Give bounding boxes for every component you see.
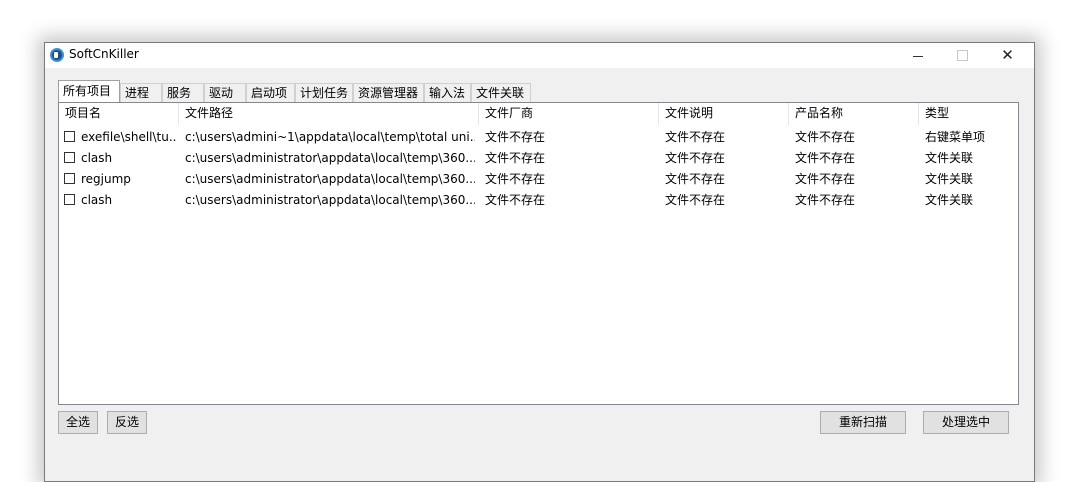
- app-logo-icon: [50, 48, 64, 62]
- cell-vendor: 文件不存在: [485, 130, 546, 144]
- cell-name: clash: [81, 193, 113, 207]
- cell-description: 文件不存在: [665, 130, 726, 144]
- row-checkbox[interactable]: [64, 131, 75, 142]
- minimize-button[interactable]: [895, 43, 940, 68]
- tab-explorer[interactable]: 资源管理器: [353, 83, 424, 102]
- cell-product: 文件不存在: [795, 130, 856, 144]
- column-header-vendor[interactable]: 文件厂商: [479, 103, 659, 125]
- cell-description: 文件不存在: [665, 193, 726, 207]
- cell-vendor: 文件不存在: [485, 172, 546, 186]
- close-icon: ✕: [1001, 46, 1014, 64]
- cell-path: c:\users\administrator\appdata\local\tem…: [185, 172, 475, 186]
- cell-name: exefile\shell\tu...: [81, 130, 177, 144]
- table-row[interactable]: regjump c:\users\administrator\appdata\l…: [59, 169, 1018, 190]
- maximize-button[interactable]: [940, 43, 985, 68]
- cell-product: 文件不存在: [795, 193, 856, 207]
- tab-processes[interactable]: 进程: [120, 83, 162, 102]
- cell-description: 文件不存在: [665, 172, 726, 186]
- tab-scheduled-tasks[interactable]: 计划任务: [295, 83, 353, 102]
- cell-vendor: 文件不存在: [485, 151, 546, 165]
- table-row[interactable]: clash c:\users\administrator\appdata\loc…: [59, 190, 1018, 211]
- row-checkbox[interactable]: [64, 194, 75, 205]
- column-header-description[interactable]: 文件说明: [659, 103, 789, 125]
- rescan-button[interactable]: 重新扫描: [820, 411, 906, 434]
- select-all-button[interactable]: 全选: [58, 411, 98, 434]
- column-header-product[interactable]: 产品名称: [789, 103, 919, 125]
- column-header-path[interactable]: 文件路径: [179, 103, 479, 125]
- app-window: SoftCnKiller ✕ 所有项目 进程 服务 驱动 启动项 计划任务 资源…: [44, 42, 1035, 482]
- invert-selection-button[interactable]: 反选: [107, 411, 147, 434]
- cell-description: 文件不存在: [665, 151, 726, 165]
- cell-type: 右键菜单项: [925, 130, 986, 144]
- cell-path: c:\users\administrator\appdata\local\tem…: [185, 151, 475, 165]
- column-header-name[interactable]: 项目名: [59, 103, 179, 125]
- minimize-icon: [912, 56, 923, 57]
- tab-file-association[interactable]: 文件关联: [471, 83, 531, 102]
- cell-type: 文件关联: [925, 151, 974, 165]
- title-bar[interactable]: SoftCnKiller ✕: [45, 43, 1034, 68]
- tab-services[interactable]: 服务: [162, 83, 204, 102]
- cell-path: c:\users\administrator\appdata\local\tem…: [185, 193, 475, 207]
- process-selected-button[interactable]: 处理选中: [923, 411, 1009, 434]
- tab-startup[interactable]: 启动项: [246, 83, 295, 102]
- tab-input-method[interactable]: 输入法: [424, 83, 471, 102]
- close-button[interactable]: ✕: [985, 43, 1030, 68]
- cell-type: 文件关联: [925, 193, 974, 207]
- cell-path: c:\users\admini~1\appdata\local\temp\tot…: [185, 130, 475, 144]
- cell-type: 文件关联: [925, 172, 974, 186]
- column-header-type[interactable]: 类型: [919, 103, 1018, 125]
- list-header: 项目名 文件路径 文件厂商 文件说明 产品名称 类型: [59, 103, 1018, 125]
- cell-name: regjump: [81, 172, 131, 186]
- cell-product: 文件不存在: [795, 172, 856, 186]
- cell-name: clash: [81, 151, 113, 165]
- tab-all-items[interactable]: 所有项目: [58, 80, 120, 102]
- cell-product: 文件不存在: [795, 151, 856, 165]
- row-checkbox[interactable]: [64, 152, 75, 163]
- table-row[interactable]: clash c:\users\administrator\appdata\loc…: [59, 148, 1018, 169]
- tab-drivers[interactable]: 驱动: [204, 83, 246, 102]
- maximize-icon: [957, 50, 968, 61]
- cell-vendor: 文件不存在: [485, 193, 546, 207]
- window-title: SoftCnKiller: [69, 47, 139, 61]
- table-row[interactable]: exefile\shell\tu... c:\users\admini~1\ap…: [59, 127, 1018, 148]
- row-checkbox[interactable]: [64, 173, 75, 184]
- items-list[interactable]: 项目名 文件路径 文件厂商 文件说明 产品名称 类型 exefile\shell…: [58, 102, 1019, 405]
